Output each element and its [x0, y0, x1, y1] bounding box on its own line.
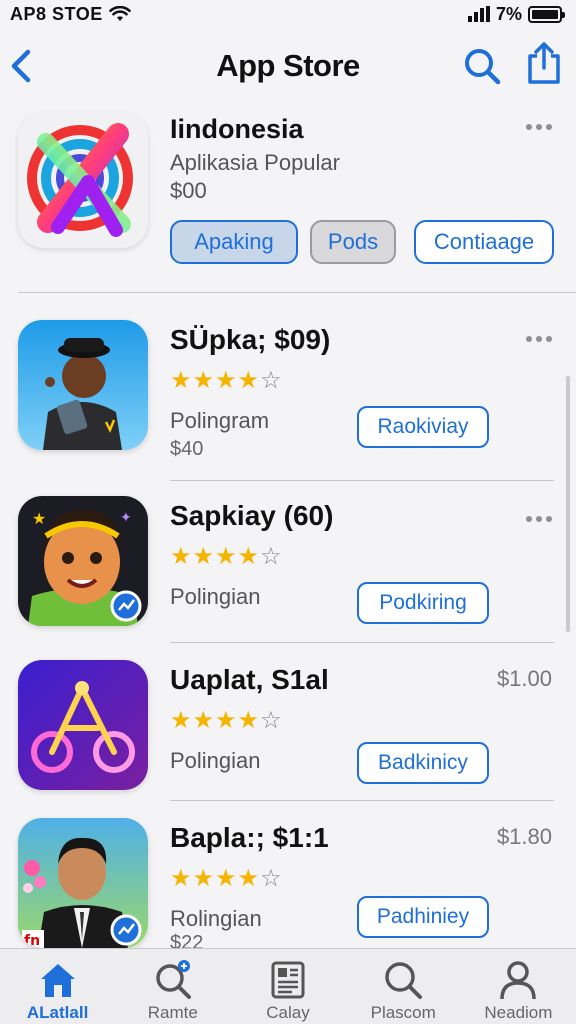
featured-price: $00: [170, 178, 207, 203]
row-divider: [170, 480, 554, 481]
home-icon: [40, 964, 75, 997]
tab-label: Neadiom: [484, 1003, 553, 1022]
status-bar: AP8 STOE 7%: [0, 0, 576, 28]
status-left: AP8 STOE: [10, 4, 131, 25]
app-icon: ★ ✦: [18, 496, 148, 626]
featured-button-contiaage[interactable]: Contiaage: [414, 220, 554, 264]
app-action-button[interactable]: Badkinicy: [357, 742, 489, 784]
app-icon: fn: [18, 818, 148, 948]
featured-section: Iindonesia Aplikasia Popular $00 Apaking…: [0, 108, 576, 294]
app-name: SÜpka; $09): [170, 324, 331, 355]
tab-label: Calay: [266, 1003, 310, 1022]
featured-button-pods[interactable]: Pods: [310, 220, 396, 264]
tab-bar: ALatlall Ramte Calay Plascom Neadiom: [0, 948, 576, 1024]
tab-label: ALatlall: [26, 1003, 89, 1022]
tab-label: Plascom: [370, 1003, 436, 1022]
battery-percent: 7%: [495, 3, 522, 24]
svg-text:✦: ✦: [120, 510, 132, 526]
search-badge-icon: [156, 960, 191, 999]
more-options-icon[interactable]: [526, 512, 560, 526]
app-developer: Polingram: [170, 408, 270, 433]
more-options-icon[interactable]: [526, 332, 560, 346]
svg-text:★: ★: [32, 509, 46, 528]
app-developer: Polingian: [170, 584, 261, 609]
app-icon: [18, 660, 148, 790]
app-developer: Rolingian: [170, 906, 262, 931]
status-right: 7%: [467, 3, 565, 25]
app-name: Sapkiay (60): [170, 500, 334, 531]
list-item[interactable]: Uaplat, S1al $1.00 ★★★★☆ Polingian Badki…: [0, 660, 576, 820]
featured-app-icon[interactable]: [18, 112, 148, 248]
tab-ramte[interactable]: Ramte: [115, 949, 230, 1024]
share-icon[interactable]: [524, 42, 564, 86]
tab-calay[interactable]: Calay: [230, 949, 345, 1024]
app-name: Uaplat, S1al: [170, 664, 329, 695]
row-divider: [170, 642, 554, 643]
app-action-button[interactable]: Padhiniey: [357, 896, 489, 938]
app-developer: Polingian: [170, 748, 261, 773]
tab-label: Ramte: [147, 1003, 198, 1022]
more-options-icon[interactable]: [526, 120, 560, 134]
section-divider: [18, 292, 576, 293]
rating-stars: ★★★★☆: [170, 707, 283, 734]
app-price: $1.00: [496, 666, 552, 691]
search-icon[interactable]: [462, 46, 502, 86]
rating-stars: ★★★★☆: [170, 367, 283, 394]
tab-home[interactable]: ALatlall: [0, 949, 115, 1024]
featured-subtitle: Aplikasia Popular: [170, 150, 340, 175]
document-icon: [271, 961, 305, 999]
featured-title: Iindonesia: [170, 114, 304, 144]
tab-neadiom[interactable]: Neadiom: [461, 949, 576, 1024]
app-action-button[interactable]: Podkiring: [357, 582, 489, 624]
svg-text:fn: fn: [24, 933, 40, 948]
scrollbar[interactable]: [566, 376, 570, 632]
search-icon: [385, 962, 423, 999]
app-icon: [18, 320, 148, 450]
list-item[interactable]: ★ ✦ Sapkiay (60) ★★★★☆ Polingian Podkiri…: [0, 496, 576, 656]
featured-button-apaking[interactable]: Apaking: [170, 220, 298, 264]
battery-icon: [528, 5, 565, 23]
rating-stars: ★★★★☆: [170, 543, 283, 570]
app-price: $40: [170, 438, 204, 460]
rating-stars: ★★★★☆: [170, 865, 283, 892]
carrier-label: AP8 STOE: [10, 3, 103, 24]
list-item[interactable]: SÜpka; $09) ★★★★☆ Polingram $40 Raokivia…: [0, 320, 576, 480]
signal-icon: [467, 6, 490, 22]
app-price: $1.80: [496, 824, 552, 849]
app-name: Bapla:; $1:1: [170, 822, 329, 853]
person-icon: [500, 961, 537, 1000]
row-divider: [170, 800, 554, 801]
app-action-button[interactable]: Raokiviay: [357, 406, 489, 448]
wifi-icon: [108, 6, 131, 21]
navigation-bar: App Store: [0, 36, 576, 96]
tab-plascom[interactable]: Plascom: [346, 949, 461, 1024]
